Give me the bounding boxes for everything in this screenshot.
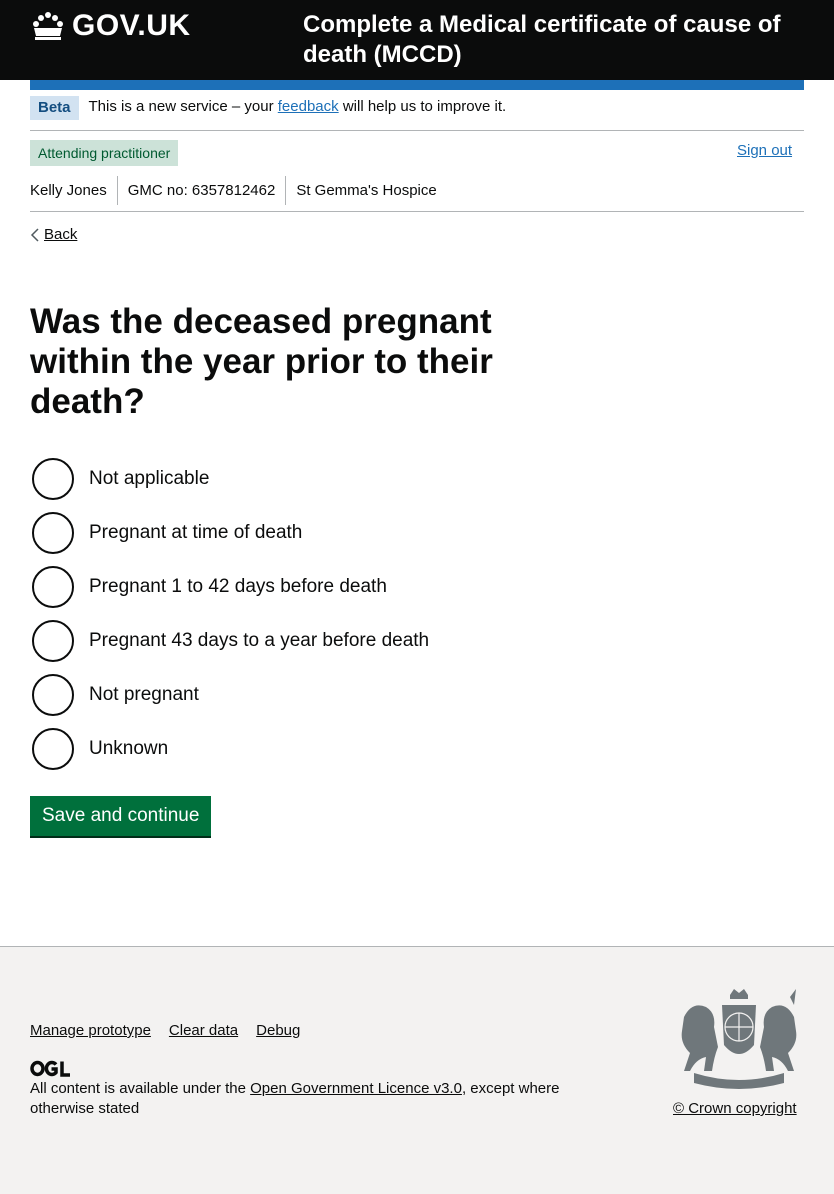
logo-text: GOV.UK (72, 9, 191, 42)
radio-label[interactable]: Unknown (89, 737, 168, 761)
licence-text-before: All content is available under the (30, 1080, 251, 1097)
feedback-link[interactable]: feedback (278, 98, 339, 115)
radio-option-pregnant-1-42-days[interactable]: Pregnant 1 to 42 days before death (30, 560, 429, 614)
pregnancy-radio-group: Not applicable Pregnant at time of death… (30, 452, 429, 776)
save-and-continue-button[interactable]: Save and continue (30, 796, 212, 836)
govuk-logo-link[interactable]: GOV.UK (30, 8, 191, 44)
role-tag: Attending practitioner (30, 140, 179, 166)
site-footer: Manage prototype Clear data Debug All co… (0, 946, 834, 1194)
footer-link-clear-data[interactable]: Clear data (169, 1021, 238, 1041)
phase-text-after: will help us to improve it. (338, 98, 507, 115)
radio-label[interactable]: Not pregnant (89, 683, 199, 707)
phase-text-before: This is a new service – your (88, 98, 278, 115)
header-blue-bar (30, 80, 804, 90)
phase-banner: Beta This is a new service – your feedba… (30, 96, 804, 131)
radio-circle[interactable] (32, 674, 74, 716)
back-link-container: Back (30, 226, 77, 243)
user-name: Kelly Jones (30, 182, 107, 199)
radio-label[interactable]: Pregnant at time of death (89, 521, 302, 545)
radio-label[interactable]: Pregnant 43 days to a year before death (89, 629, 429, 653)
footer-link-manage-prototype[interactable]: Manage prototype (30, 1021, 151, 1041)
footer-links: Manage prototype Clear data Debug (30, 1021, 318, 1041)
phase-banner-text: This is a new service – your feedback wi… (89, 94, 507, 120)
ogl-logo-icon (30, 1060, 70, 1077)
radio-option-not-applicable[interactable]: Not applicable (30, 452, 429, 506)
ogl-licence-link[interactable]: Open Government Licence v3.0 (250, 1080, 462, 1097)
phase-tag: Beta (30, 96, 79, 120)
site-header: GOV.UK Complete a Medical certificate of… (0, 0, 834, 80)
gmc-number: GMC no: 6357812462 (116, 176, 286, 205)
radio-option-pregnant-at-death[interactable]: Pregnant at time of death (30, 506, 429, 560)
radio-option-unknown[interactable]: Unknown (30, 722, 429, 776)
royal-coat-of-arms-icon (681, 989, 797, 1089)
page-title: Was the deceased pregnant within the yea… (30, 302, 493, 421)
service-name-link[interactable]: Complete a Medical certificate of cause … (303, 10, 803, 70)
radio-option-pregnant-43-days-year[interactable]: Pregnant 43 days to a year before death (30, 614, 429, 668)
back-link[interactable]: Back (44, 226, 77, 243)
radio-circle[interactable] (32, 512, 74, 554)
radio-label[interactable]: Not applicable (89, 467, 209, 491)
radio-circle[interactable] (32, 620, 74, 662)
user-details: Kelly Jones GMC no: 6357812462 St Gemma'… (30, 176, 804, 212)
organisation-name: St Gemma's Hospice (285, 176, 446, 205)
crown-icon (33, 12, 63, 40)
sign-out-link[interactable]: Sign out (737, 140, 792, 162)
chevron-left-icon (30, 227, 39, 242)
footer-link-debug[interactable]: Debug (256, 1021, 300, 1041)
radio-circle[interactable] (32, 566, 74, 608)
radio-circle[interactable] (32, 728, 74, 770)
radio-label[interactable]: Pregnant 1 to 42 days before death (89, 575, 387, 599)
crown-copyright-link[interactable]: © Crown copyright (673, 1099, 797, 1119)
radio-circle[interactable] (32, 458, 74, 500)
licence-text: All content is available under the Open … (30, 1079, 590, 1119)
radio-option-not-pregnant[interactable]: Not pregnant (30, 668, 429, 722)
